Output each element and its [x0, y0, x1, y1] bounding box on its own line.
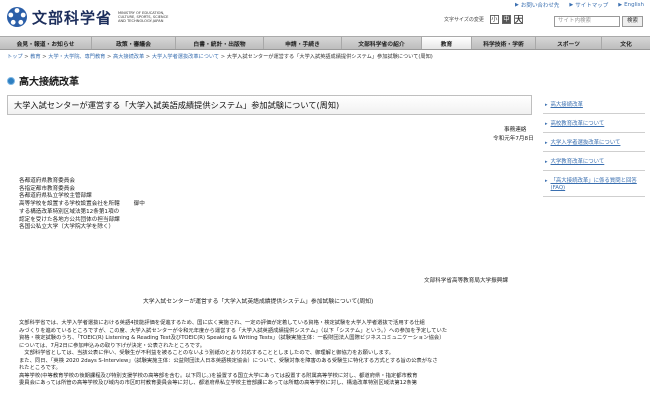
arrow-right-icon: ▸	[545, 159, 548, 165]
body-paragraph: 委員会にあっては所管の高等学校及び域内の市区町村教育委員会等に対し、都道府県私立…	[19, 380, 417, 386]
sitemap-link[interactable]: ▶ サイトマップ	[569, 1, 608, 9]
english-link[interactable]: ▶ English	[618, 1, 644, 9]
recipient-line: 高等学校を設置する学校設置会社を所轄 御中	[19, 201, 145, 208]
notice-subject: 大学入試センターが運営する「大学入試英語成績提供システム」参加試験について(周知…	[143, 299, 374, 305]
arrow-right-icon: ▸	[545, 178, 548, 184]
title-bullet-icon	[7, 76, 15, 85]
arrow-right-icon: ▸	[545, 121, 548, 127]
breadcrumb-link[interactable]: 高大接続改革	[113, 54, 144, 60]
font-size-small-button[interactable]: 小	[489, 15, 499, 24]
arrow-right-icon: ▶	[515, 2, 519, 8]
contact-link[interactable]: ▶ お問い合わせ先	[515, 1, 559, 9]
site-header: 文部科学省 MINISTRY OF EDUCATION, CULTURE, SP…	[0, 0, 650, 34]
recipient-line: 各都道府県教育委員会	[19, 178, 75, 184]
sender: 文部科学省高等教育局大学振興課	[424, 278, 508, 284]
sidebar-nav: ▸ 高大接続改革 ▸ 高校教育改革について ▸ 大学入学者選抜改革について ▸ …	[543, 99, 645, 201]
font-size-medium-button[interactable]: 中	[501, 15, 511, 24]
logo-text-en: MINISTRY OF EDUCATION, CULTURE, SPORTS, …	[118, 10, 169, 24]
body-paragraph: みづくりを進めているところですが、この度、大学入試センターが令和元年度から運営す…	[19, 327, 448, 334]
arrow-right-icon: ▸	[545, 102, 548, 108]
recipient-line: 各都道府県私立学校主管部課	[19, 193, 92, 200]
page-title: 高大接続改革	[7, 73, 79, 88]
logo-text-jp: 文部科学省	[32, 8, 113, 27]
arrow-right-icon: ▸	[545, 140, 548, 146]
site-logo[interactable]: 文部科学省 MINISTRY OF EDUCATION, CULTURE, SP…	[6, 6, 172, 28]
body-paragraph: れたところです。	[19, 365, 61, 371]
nav-item-about[interactable]: 文部科学省の紹介	[342, 37, 422, 49]
nav-item-culture[interactable]: 文化	[602, 37, 650, 49]
recipients-block: 各都道府県教育委員会 各指定都市教育委員会 各都道府県私立学校主管部課 高等学校…	[19, 178, 145, 232]
global-nav: 会見・報道・お知らせ 政策・審議会 白書・統計・出版物 申請・手続き 文部科学省…	[0, 36, 650, 50]
sidebar-item-high-school-reform[interactable]: ▸ 高校教育改革について	[543, 118, 645, 133]
nav-item-press[interactable]: 会見・報道・お知らせ	[0, 37, 92, 49]
breadcrumb-link[interactable]: 大学入学者選抜改革について	[152, 54, 219, 60]
body-paragraph: については、7月2日に参加申込みの取り下げが決定・公表されたところです。	[19, 342, 206, 349]
article-title: 大学入試センターが運営する「大学入試英語成績提供システム」参加試験について(周知…	[14, 100, 340, 110]
sidebar-item-university-reform[interactable]: ▸ 大学教育改革について	[543, 156, 645, 171]
font-size-switcher: 文字サイズの変更 小 中 大	[444, 15, 523, 24]
main-content: 大学入試センターが運営する「大学入試英語成績提供システム」参加試験について(周知…	[7, 95, 534, 386]
recipient-line: する構造改革特別区域法第12条第1項の	[19, 208, 120, 215]
body-paragraph: 高等学校(中等教育学校の後期課程及び特別支援学校の高等部を含む。以下同じ。)を設…	[19, 372, 418, 379]
notice-type: 事務連絡	[504, 127, 527, 133]
body-paragraph: 文部科学省では、大学入学者選抜における英語4技能評価を促進するため、国に広く実施…	[19, 320, 425, 326]
nav-item-sports[interactable]: スポーツ	[536, 37, 602, 49]
search-button[interactable]: 検索	[622, 16, 643, 27]
body-paragraph: 資格・検定試験のうち、「TOEIC(R) Listening & Reading…	[19, 335, 445, 341]
site-search-input[interactable]: サイト内検索	[554, 16, 620, 27]
body-paragraph: 文部科学省としては、当該公表に伴い、受験生が不利益を被ることのないよう別紙のとお…	[19, 350, 394, 356]
arrow-right-icon: ▶	[618, 2, 623, 8]
page-title-text: 高大接続改革	[19, 77, 79, 88]
breadcrumb: トップ > 教育 > 大学・大学院、専門教育 > 高大接続改革 > 大学入学者選…	[7, 54, 433, 60]
sidebar-item-faq[interactable]: ▸ 「高大接続改革」に係る質問と回答(FAQ)	[543, 175, 645, 197]
arrow-right-icon: ▶	[569, 2, 574, 8]
recipient-line: 各国公私立大学（大学院大学を除く）	[19, 224, 115, 231]
font-size-label: 文字サイズの変更	[444, 17, 484, 23]
breadcrumb-link[interactable]: トップ	[7, 54, 23, 60]
nav-item-publications[interactable]: 白書・統計・出版物	[176, 37, 264, 49]
nav-item-education[interactable]: 教育	[422, 37, 472, 49]
nav-item-policy[interactable]: 政策・審議会	[92, 37, 176, 49]
article-title-bar: 大学入試センターが運営する「大学入試英語成績提供システム」参加試験について(周知…	[7, 95, 532, 115]
utility-links: ▶ お問い合わせ先 ▶ サイトマップ ▶ English	[515, 1, 644, 9]
notice-date: 令和元年7月8日	[493, 136, 534, 142]
body-paragraph: また、同日、「英検 2020 2days S-Interview」（試験実施主体…	[19, 357, 438, 364]
breadcrumb-link[interactable]: 大学・大学院、専門教育	[48, 54, 105, 60]
nav-item-applications[interactable]: 申請・手続き	[264, 37, 342, 49]
notice-body: 文部科学省では、大学入学者選抜における英語4技能評価を促進するため、国に広く実施…	[19, 320, 539, 388]
breadcrumb-current: 大学入試センターが運営する「大学入試英語成績提供システム」参加試験について(周知…	[226, 54, 433, 60]
sidebar-item-koudai[interactable]: ▸ 高大接続改革	[543, 99, 645, 114]
breadcrumb-link[interactable]: 教育	[30, 54, 40, 60]
font-size-large-button[interactable]: 大	[513, 15, 523, 24]
nav-item-science[interactable]: 科学技術・学術	[472, 37, 536, 49]
mext-emblem-icon	[7, 7, 27, 27]
sidebar-item-admission-reform[interactable]: ▸ 大学入学者選抜改革について	[543, 137, 645, 152]
recipients-suffix: 御中	[133, 201, 145, 208]
